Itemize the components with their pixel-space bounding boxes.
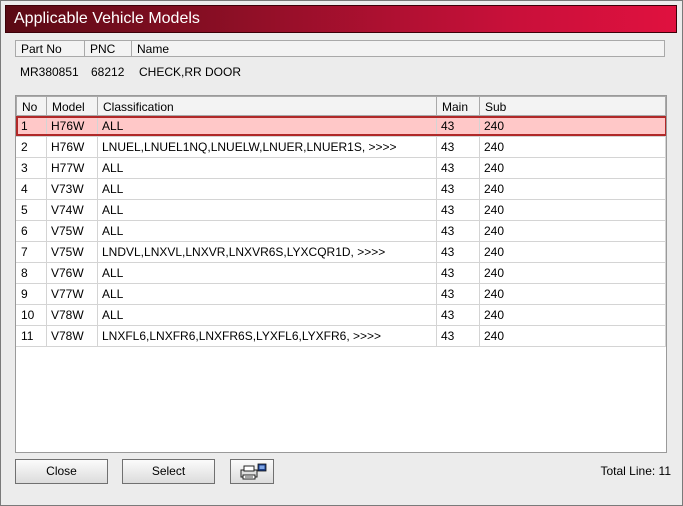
cell-main: 43 <box>436 158 480 179</box>
pnc-value: 68212 <box>91 65 125 79</box>
cell-model: V74W <box>46 200 98 221</box>
cell-classification: ALL <box>97 284 437 305</box>
cell-main: 43 <box>436 305 480 326</box>
cell-no: 3 <box>16 158 47 179</box>
cell-no: 4 <box>16 179 47 200</box>
column-header-main[interactable]: Main <box>436 96 480 116</box>
cell-no: 2 <box>16 137 47 158</box>
cell-main: 43 <box>436 242 480 263</box>
window-title: Applicable Vehicle Models <box>14 10 200 27</box>
cell-classification: ALL <box>97 116 437 137</box>
table-row[interactable]: 8 V76W ALL 43 240 <box>16 263 666 284</box>
cell-sub: 240 <box>479 305 666 326</box>
table-row[interactable]: 9 V77W ALL 43 240 <box>16 284 666 305</box>
printer-icon <box>240 463 267 480</box>
cell-classification: LNDVL,LNXVL,LNXVR,LNXVR6S,LYXCQR1D, >>>> <box>97 242 437 263</box>
cell-model: V78W <box>46 326 98 347</box>
applicable-vehicle-models-window: Applicable Vehicle Models Part No PNC Na… <box>0 0 683 506</box>
cell-classification: ALL <box>97 221 437 242</box>
column-header-classification[interactable]: Classification <box>97 96 437 116</box>
cell-sub: 240 <box>479 284 666 305</box>
cell-no: 9 <box>16 284 47 305</box>
table-row[interactable]: 6 V75W ALL 43 240 <box>16 221 666 242</box>
cell-model: V75W <box>46 242 98 263</box>
cell-model: V76W <box>46 263 98 284</box>
cell-sub: 240 <box>479 263 666 284</box>
table-row[interactable]: 5 V74W ALL 43 240 <box>16 200 666 221</box>
part-no-value: MR380851 <box>20 65 79 79</box>
cell-sub: 240 <box>479 116 666 137</box>
cell-classification: ALL <box>97 263 437 284</box>
title-bar[interactable]: Applicable Vehicle Models <box>5 5 677 33</box>
cell-classification: ALL <box>97 200 437 221</box>
cell-no: 1 <box>16 116 47 137</box>
cell-no: 7 <box>16 242 47 263</box>
pnc-header: PNC <box>84 40 132 57</box>
cell-sub: 240 <box>479 137 666 158</box>
name-header: Name <box>131 40 665 57</box>
cell-main: 43 <box>436 326 480 347</box>
cell-main: 43 <box>436 284 480 305</box>
cell-no: 8 <box>16 263 47 284</box>
part-info-header: Part No PNC Name <box>15 40 665 58</box>
cell-sub: 240 <box>479 242 666 263</box>
table-row[interactable]: 4 V73W ALL 43 240 <box>16 179 666 200</box>
cell-sub: 240 <box>479 179 666 200</box>
cell-classification: LNUEL,LNUEL1NQ,LNUELW,LNUER,LNUER1S, >>>… <box>97 137 437 158</box>
table-row[interactable]: 1 H76W ALL 43 240 <box>16 116 666 137</box>
cell-sub: 240 <box>479 200 666 221</box>
cell-no: 6 <box>16 221 47 242</box>
cell-model: H76W <box>46 137 98 158</box>
cell-model: V75W <box>46 221 98 242</box>
cell-main: 43 <box>436 200 480 221</box>
column-header-no[interactable]: No <box>16 96 47 116</box>
cell-sub: 240 <box>479 158 666 179</box>
table-row[interactable]: 10 V78W ALL 43 240 <box>16 305 666 326</box>
cell-main: 43 <box>436 137 480 158</box>
table-row[interactable]: 3 H77W ALL 43 240 <box>16 158 666 179</box>
cell-model: V77W <box>46 284 98 305</box>
cell-model: H77W <box>46 158 98 179</box>
print-button[interactable] <box>230 459 274 484</box>
part-info-panel: Part No PNC Name MR380851 68212 CHECK,RR… <box>15 40 665 88</box>
cell-no: 10 <box>16 305 47 326</box>
cell-sub: 240 <box>479 326 666 347</box>
name-value: CHECK,RR DOOR <box>139 65 242 79</box>
cell-model: V78W <box>46 305 98 326</box>
cell-model: V73W <box>46 179 98 200</box>
column-header-model[interactable]: Model <box>46 96 98 116</box>
table-row[interactable]: 7 V75W LNDVL,LNXVL,LNXVR,LNXVR6S,LYXCQR1D,… <box>16 242 666 263</box>
cell-model: H76W <box>46 116 98 137</box>
cell-no: 11 <box>16 326 47 347</box>
select-button[interactable]: Select <box>122 459 215 484</box>
column-header-sub[interactable]: Sub <box>479 96 666 116</box>
cell-classification: ALL <box>97 179 437 200</box>
total-line-count: Total Line: 11 <box>600 464 672 478</box>
cell-main: 43 <box>436 263 480 284</box>
cell-sub: 240 <box>479 221 666 242</box>
table-header: No Model Classification Main Sub <box>16 96 666 116</box>
cell-no: 5 <box>16 200 47 221</box>
table-row[interactable]: 2 H76W LNUEL,LNUEL1NQ,LNUELW,LNUER,LNUER1S… <box>16 137 666 158</box>
cell-classification: ALL <box>97 305 437 326</box>
part-no-header: Part No <box>15 40 85 57</box>
vehicle-models-table[interactable]: No Model Classification Main Sub 1 H76W AL… <box>15 95 667 453</box>
cell-main: 43 <box>436 179 480 200</box>
cell-main: 43 <box>436 221 480 242</box>
cell-classification: LNXFL6,LNXFR6,LNXFR6S,LYXFL6,LYXFR6, >>>… <box>97 326 437 347</box>
cell-classification: ALL <box>97 158 437 179</box>
cell-main: 43 <box>436 116 480 137</box>
close-button[interactable]: Close <box>15 459 108 484</box>
table-row[interactable]: 11 V78W LNXFL6,LNXFR6,LNXFR6S,LYXFL6,LYXFR… <box>16 326 666 347</box>
